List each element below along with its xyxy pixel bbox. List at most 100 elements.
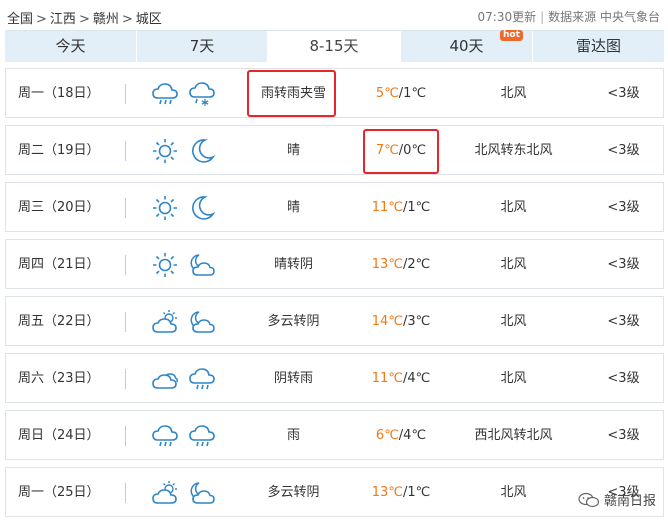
weather-desc: 雨 xyxy=(286,428,300,443)
wind-direction: 北风 xyxy=(500,257,527,272)
breadcrumb: 全国 > 江西 > 赣州 > 城区 xyxy=(7,8,162,27)
divider xyxy=(125,141,126,161)
wind-level: <3级 xyxy=(607,200,640,215)
tab-8-15-days[interactable]: 8-15天 xyxy=(268,31,401,62)
moon-cloud-icon xyxy=(187,308,217,336)
moon-icon xyxy=(187,194,217,222)
forecast-row: 周二（19日） 晴 7℃/0℃ 北风转东北风 <3级 xyxy=(5,125,664,175)
day-label: 周日（24日） xyxy=(18,428,100,443)
weather-desc: 阴转雨 xyxy=(273,371,313,386)
moon-cloud-icon xyxy=(187,479,217,507)
data-source: 数据来源 中央气象台 xyxy=(548,10,660,24)
forecast-row: 周三（20日） 晴 11℃/1℃ 北风 <3级 xyxy=(5,182,664,232)
sun-icon xyxy=(150,137,180,165)
wind-direction: 北风 xyxy=(500,314,527,329)
divider xyxy=(125,198,126,218)
day-label: 周四（21日） xyxy=(18,257,100,272)
temp-high: 6℃ xyxy=(375,428,399,443)
wind-direction: 北风 xyxy=(500,86,527,101)
watermark-text: 赣南日报 xyxy=(603,494,656,509)
temp-low: /4℃ xyxy=(402,371,431,386)
breadcrumb-district: 城区 xyxy=(135,12,162,27)
temperature: 13℃/2℃ xyxy=(356,240,446,290)
breadcrumb-separator: > xyxy=(78,12,90,27)
tab-today[interactable]: 今天 xyxy=(5,31,137,62)
temperature: 14℃/3℃ xyxy=(356,297,446,347)
divider xyxy=(125,369,126,389)
day-label: 周一（18日） xyxy=(18,86,100,101)
highlight-box xyxy=(363,129,439,174)
temp-low: /1℃ xyxy=(402,485,431,500)
tab-label: 今天 xyxy=(55,37,86,55)
top-bar: 全国 > 江西 > 赣州 > 城区 07:30更新 | 数据来源 中央气象台 xyxy=(0,0,668,30)
temperature: 13℃/1℃ xyxy=(356,468,446,518)
temperature: 11℃/4℃ xyxy=(356,354,446,404)
tab-radar[interactable]: 雷达图 xyxy=(533,31,664,62)
temp-high: 11℃ xyxy=(371,200,403,215)
update-time: 07:30更新 xyxy=(477,10,537,24)
breadcrumb-province[interactable]: 江西 xyxy=(50,12,76,27)
cloud-rain-icon xyxy=(187,422,217,450)
cloud-rain-icon xyxy=(187,365,217,393)
weather-desc: 多云转阴 xyxy=(267,314,320,329)
tab-label: 40天 xyxy=(449,37,484,55)
tab-label: 雷达图 xyxy=(575,37,621,55)
temp-low: /2℃ xyxy=(402,257,431,272)
moon-cloud-icon xyxy=(187,251,217,279)
wind-direction: 西北风转北风 xyxy=(474,428,553,443)
wind-level: <3级 xyxy=(607,86,640,101)
wind-level: <3级 xyxy=(607,371,640,386)
temp-low: /1℃ xyxy=(402,200,431,215)
temp-high: 11℃ xyxy=(371,371,403,386)
temperature: 5℃/1℃ xyxy=(356,69,446,119)
weather-desc: 晴 xyxy=(286,200,300,215)
cloud-rain-icon xyxy=(150,422,180,450)
wind-level: <3级 xyxy=(607,428,640,443)
sun-cloud-icon xyxy=(150,308,180,336)
temp-high: 5℃ xyxy=(375,86,399,101)
divider xyxy=(125,426,126,446)
forecast-row: 周日（24日） 雨 6℃/4℃ 西北风转北风 <3级 xyxy=(5,410,664,460)
weather-desc: 晴 xyxy=(286,143,300,158)
wind-direction: 北风 xyxy=(500,200,527,215)
wind-level: <3级 xyxy=(607,143,640,158)
forecast-row: 周六（23日） 阴转雨 11℃/4℃ 北风 <3级 xyxy=(5,353,664,403)
day-label: 周六（23日） xyxy=(18,371,100,386)
update-meta: 07:30更新 | 数据来源 中央气象台 xyxy=(478,8,660,25)
moon-icon xyxy=(187,137,217,165)
sun-icon xyxy=(150,194,180,222)
tab-7-days[interactable]: 7天 xyxy=(137,31,268,62)
tab-label: 7天 xyxy=(189,37,215,55)
breadcrumb-city[interactable]: 赣州 xyxy=(93,12,119,27)
tab-40-days[interactable]: 40天 hot xyxy=(401,30,533,62)
wind-direction: 北风 xyxy=(500,485,527,500)
wind-direction: 北风转东北风 xyxy=(474,143,553,158)
sun-cloud-icon xyxy=(150,479,180,507)
temp-high: 13℃ xyxy=(371,257,403,272)
day-label: 周一（25日） xyxy=(18,485,100,500)
breadcrumb-separator: > xyxy=(36,12,47,27)
wechat-icon xyxy=(578,492,600,508)
divider xyxy=(125,84,126,104)
breadcrumb-national[interactable]: 全国 xyxy=(7,12,33,27)
weather-desc: 多云转阴 xyxy=(267,485,320,500)
weather-desc: 晴转阴 xyxy=(273,257,313,272)
temperature: 11℃/1℃ xyxy=(356,183,446,233)
divider xyxy=(125,255,126,275)
sun-icon xyxy=(150,251,180,279)
cloud-snow-icon xyxy=(187,80,217,108)
temp-low: /4℃ xyxy=(398,428,427,443)
wind-level: <3级 xyxy=(607,257,640,272)
divider xyxy=(125,312,126,332)
meta-divider: | xyxy=(540,10,545,24)
forecast-tabs: 今天 7天 8-15天 40天 hot 雷达图 xyxy=(5,30,664,62)
day-label: 周三（20日） xyxy=(18,200,100,215)
cloud-icon xyxy=(150,365,180,393)
temp-low: /1℃ xyxy=(398,86,427,101)
temperature: 6℃/4℃ xyxy=(356,411,446,461)
forecast-row: 周一（25日） 多云转阴 13℃/1℃ 北风 <3级 xyxy=(5,467,664,517)
forecast-row: 周四（21日） 晴转阴 13℃/2℃ 北风 <3级 xyxy=(5,239,664,289)
divider xyxy=(125,483,126,503)
highlight-box xyxy=(247,70,336,117)
breadcrumb-separator: > xyxy=(121,12,133,27)
